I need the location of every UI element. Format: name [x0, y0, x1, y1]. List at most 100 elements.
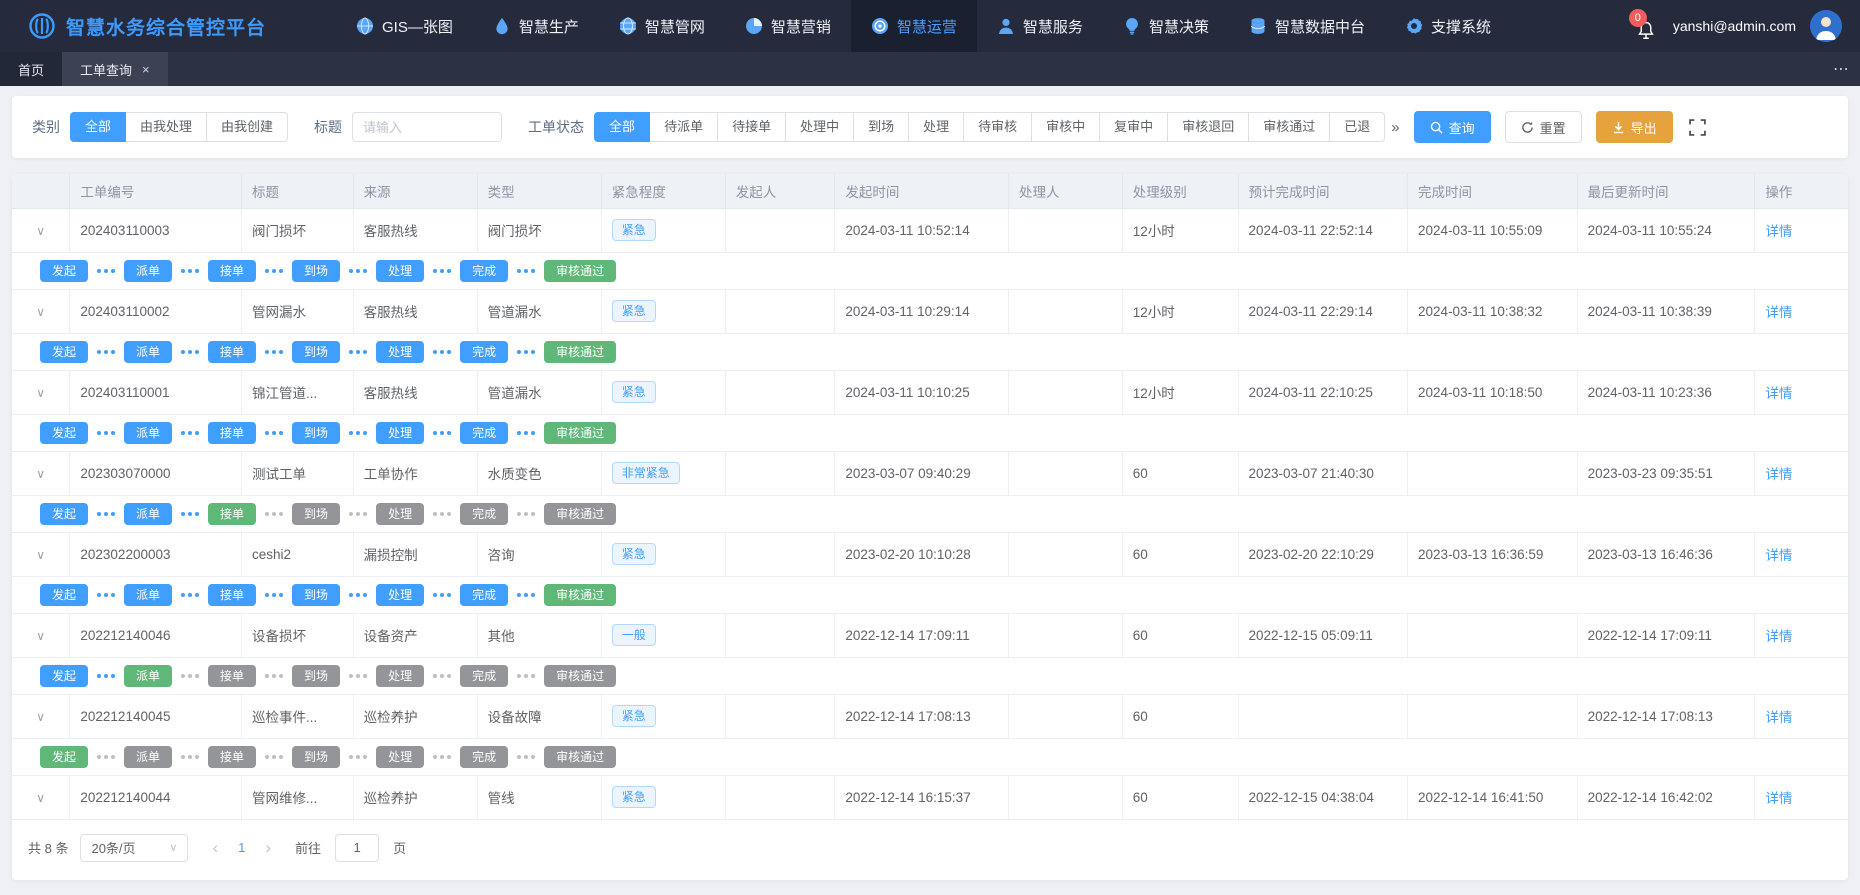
expand-row-icon[interactable]: ∨: [36, 548, 45, 562]
table-cell: [725, 208, 835, 252]
next-page-button[interactable]: ›: [259, 838, 277, 858]
status-overflow-icon[interactable]: »: [1391, 119, 1399, 136]
nav-item-7[interactable]: 智慧决策: [1103, 0, 1229, 52]
flow-separator-dots: [433, 512, 451, 516]
expand-row-icon[interactable]: ∨: [36, 467, 45, 481]
nav-item-6[interactable]: 智慧服务: [977, 0, 1103, 52]
query-button[interactable]: 查询: [1414, 111, 1491, 143]
detail-link[interactable]: 详情: [1765, 467, 1792, 482]
table-cell: 202212140044: [70, 775, 242, 819]
nav-item-2[interactable]: 智慧生产: [473, 0, 599, 52]
column-header: 处理级别: [1122, 174, 1238, 208]
table-cell: 2024-03-11 10:23:36: [1577, 370, 1755, 414]
page-size-select[interactable]: 20条/页 ∨: [80, 834, 188, 862]
table-cell: 2022-12-14 17:08:13: [1577, 694, 1755, 738]
category-option-3[interactable]: 由我创建: [207, 112, 288, 142]
flow-separator-dots: [349, 350, 367, 354]
expand-row-icon[interactable]: ∨: [36, 791, 45, 805]
close-icon[interactable]: ×: [142, 62, 150, 77]
urgency-badge: 紧急: [612, 300, 656, 322]
tab-options-icon[interactable]: ⋯: [1833, 52, 1850, 86]
column-header: 操作: [1755, 174, 1848, 208]
table-cell: [725, 532, 835, 576]
detail-link[interactable]: 详情: [1765, 305, 1792, 320]
tab-workorder-query[interactable]: 工单查询 ×: [62, 52, 168, 86]
fullscreen-icon[interactable]: [1689, 119, 1706, 136]
flow-step-badge: 接单: [208, 341, 256, 363]
nav-item-8[interactable]: 智慧数据中台: [1229, 0, 1385, 52]
flow-step-badge: 到场: [292, 665, 340, 687]
flow-step-badge: 接单: [208, 260, 256, 282]
bulb-icon: [1123, 17, 1141, 35]
goto-page-input[interactable]: [335, 834, 379, 862]
table-cell: 2024-03-11 10:10:25: [835, 370, 1009, 414]
table-cell: 60: [1122, 532, 1238, 576]
status-option-6[interactable]: 处理: [909, 112, 964, 142]
globe-icon: [356, 17, 374, 35]
category-option-2[interactable]: 由我处理: [126, 112, 207, 142]
flow-step-badge: 派单: [124, 260, 172, 282]
flow-step-badge: 接单: [208, 503, 256, 525]
notification-bell-icon[interactable]: 0: [1633, 11, 1659, 41]
flow-step-badge: 完成: [460, 422, 508, 444]
status-option-12[interactable]: 已退: [1330, 112, 1385, 142]
refresh-icon: [1521, 121, 1534, 134]
table-cell: [1009, 613, 1123, 657]
nav-item-1[interactable]: GIS—张图: [336, 0, 473, 52]
status-option-10[interactable]: 审核退回: [1168, 112, 1249, 142]
status-option-5[interactable]: 到场: [854, 112, 909, 142]
status-option-3[interactable]: 待接单: [718, 112, 786, 142]
expand-row-icon[interactable]: ∨: [36, 386, 45, 400]
expand-row-icon[interactable]: ∨: [36, 629, 45, 643]
page-number-1[interactable]: 1: [232, 840, 251, 855]
nav-item-3[interactable]: 智慧管网: [599, 0, 725, 52]
status-option-9[interactable]: 复审中: [1100, 112, 1168, 142]
tab-home[interactable]: 首页: [0, 52, 62, 86]
table-cell: 12小时: [1122, 208, 1238, 252]
status-option-2[interactable]: 待派单: [650, 112, 718, 142]
table-cell: 其他: [477, 613, 601, 657]
reset-button[interactable]: 重置: [1505, 111, 1582, 143]
detail-link[interactable]: 详情: [1765, 548, 1792, 563]
expand-row-icon[interactable]: ∨: [36, 305, 45, 319]
title-input[interactable]: [352, 112, 502, 142]
flow-step-badge: 发起: [40, 584, 88, 606]
table-cell: [725, 613, 835, 657]
table-row: ∨202212140046设备损坏设备资产其他一般2022-12-14 17:0…: [12, 613, 1848, 657]
table-cell: 2024-03-11 10:29:14: [835, 289, 1009, 333]
tab-workorder-label: 工单查询: [80, 60, 132, 79]
table-cell: 2022-12-14 16:15:37: [835, 775, 1009, 819]
nav-item-9[interactable]: 支撑系统: [1385, 0, 1511, 52]
detail-link[interactable]: 详情: [1765, 791, 1792, 806]
flow-step-badge: 到场: [292, 260, 340, 282]
flow-separator-dots: [97, 512, 115, 516]
status-option-8[interactable]: 审核中: [1032, 112, 1100, 142]
table-cell: 水质变色: [477, 451, 601, 495]
flow-separator-dots: [517, 512, 535, 516]
status-flow-row: 发起派单接单到场处理完成审核通过: [12, 333, 1848, 370]
category-option-1[interactable]: 全部: [70, 112, 126, 142]
table-cell: 设备损坏: [241, 613, 353, 657]
user-email[interactable]: yanshi@admin.com: [1673, 18, 1796, 34]
prev-page-button[interactable]: ‹: [206, 838, 224, 858]
flow-separator-dots: [517, 674, 535, 678]
flow-separator-dots: [433, 431, 451, 435]
status-option-11[interactable]: 审核通过: [1249, 112, 1330, 142]
table-cell: [1009, 694, 1123, 738]
table-cell: 巡检事件...: [241, 694, 353, 738]
avatar[interactable]: [1810, 10, 1842, 42]
nav-item-5[interactable]: 智慧运营: [851, 0, 977, 52]
detail-link[interactable]: 详情: [1765, 629, 1792, 644]
export-button[interactable]: 导出: [1596, 111, 1673, 143]
detail-link[interactable]: 详情: [1765, 386, 1792, 401]
status-option-7[interactable]: 待审核: [964, 112, 1032, 142]
expand-row-icon[interactable]: ∨: [36, 710, 45, 724]
detail-link[interactable]: 详情: [1765, 710, 1792, 725]
table-cell: 2022-12-14 16:42:02: [1577, 775, 1755, 819]
status-option-1[interactable]: 全部: [594, 112, 650, 142]
flow-separator-dots: [433, 593, 451, 597]
status-option-4[interactable]: 处理中: [786, 112, 854, 142]
expand-row-icon[interactable]: ∨: [36, 224, 45, 238]
nav-item-4[interactable]: 智慧营销: [725, 0, 851, 52]
detail-link[interactable]: 详情: [1765, 224, 1792, 239]
